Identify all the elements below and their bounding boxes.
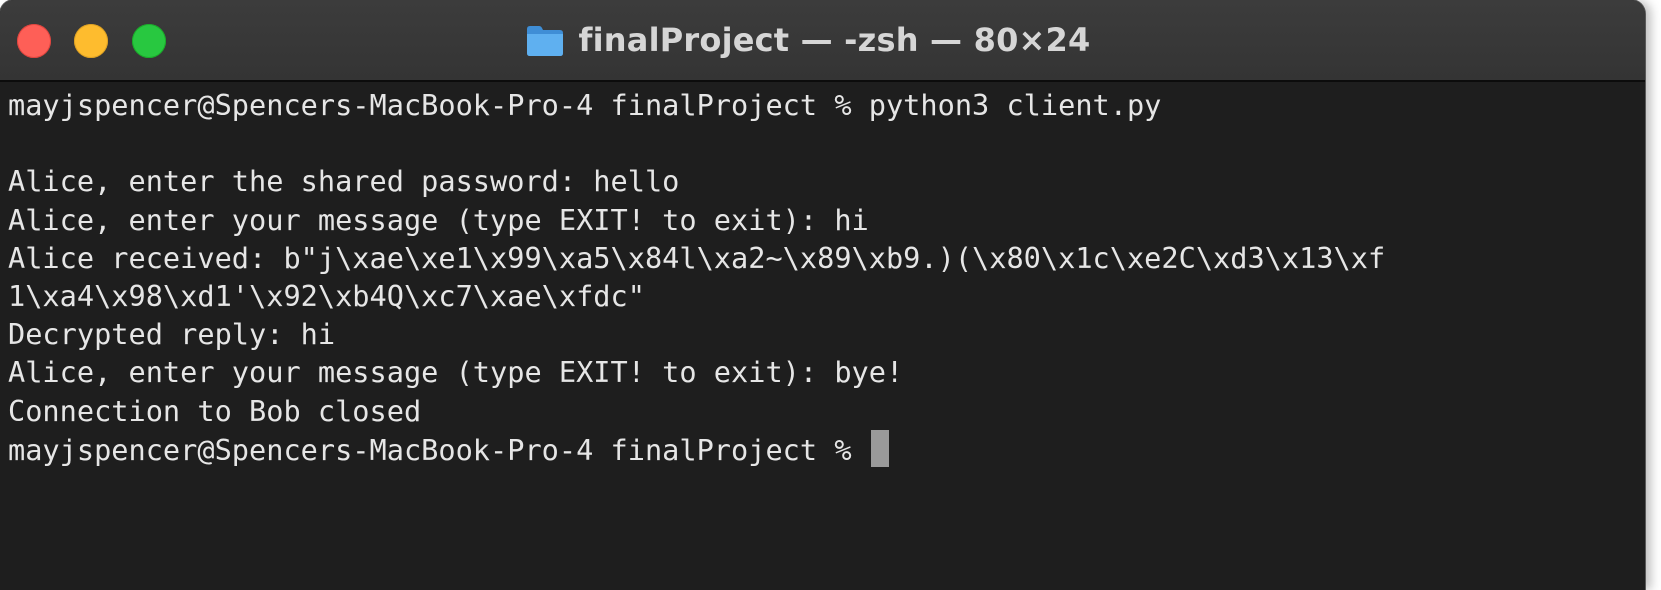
terminal-line: 1\xa4\x98\xd1'\x92\xb4Q\xc7\xae\xfdc": [8, 278, 645, 313]
folder-icon: [526, 26, 563, 56]
terminal-line: Connection to Bob closed: [8, 393, 422, 428]
text-cursor: [870, 429, 889, 467]
title-bar[interactable]: finalProject — -zsh — 80×24: [0, 0, 1645, 82]
terminal-line: Alice, enter the shared password: hello: [8, 164, 680, 199]
window-title-text: finalProject — -zsh — 80×24: [578, 21, 1091, 59]
terminal-line: Decrypted reply: hi: [8, 317, 336, 352]
window-title: finalProject — -zsh — 80×24: [0, 0, 1645, 80]
terminal-window: finalProject — -zsh — 80×24 mayjspencer@…: [0, 0, 1645, 590]
shell-prompt: mayjspencer@Spencers-MacBook-Pro-4 final…: [8, 432, 869, 467]
terminal-line: Alice, enter your message (type EXIT! to…: [8, 202, 869, 237]
prompt-line[interactable]: mayjspencer@Spencers-MacBook-Pro-4 final…: [8, 429, 1645, 468]
terminal-content[interactable]: mayjspencer@Spencers-MacBook-Pro-4 final…: [8, 82, 1645, 590]
terminal-line: Alice received: b"j\xae\xe1\x99\xa5\x84l…: [8, 240, 1386, 275]
terminal-line: Alice, enter your message (type EXIT! to…: [8, 355, 904, 390]
terminal-line: mayjspencer@Spencers-MacBook-Pro-4 final…: [8, 88, 1162, 122]
